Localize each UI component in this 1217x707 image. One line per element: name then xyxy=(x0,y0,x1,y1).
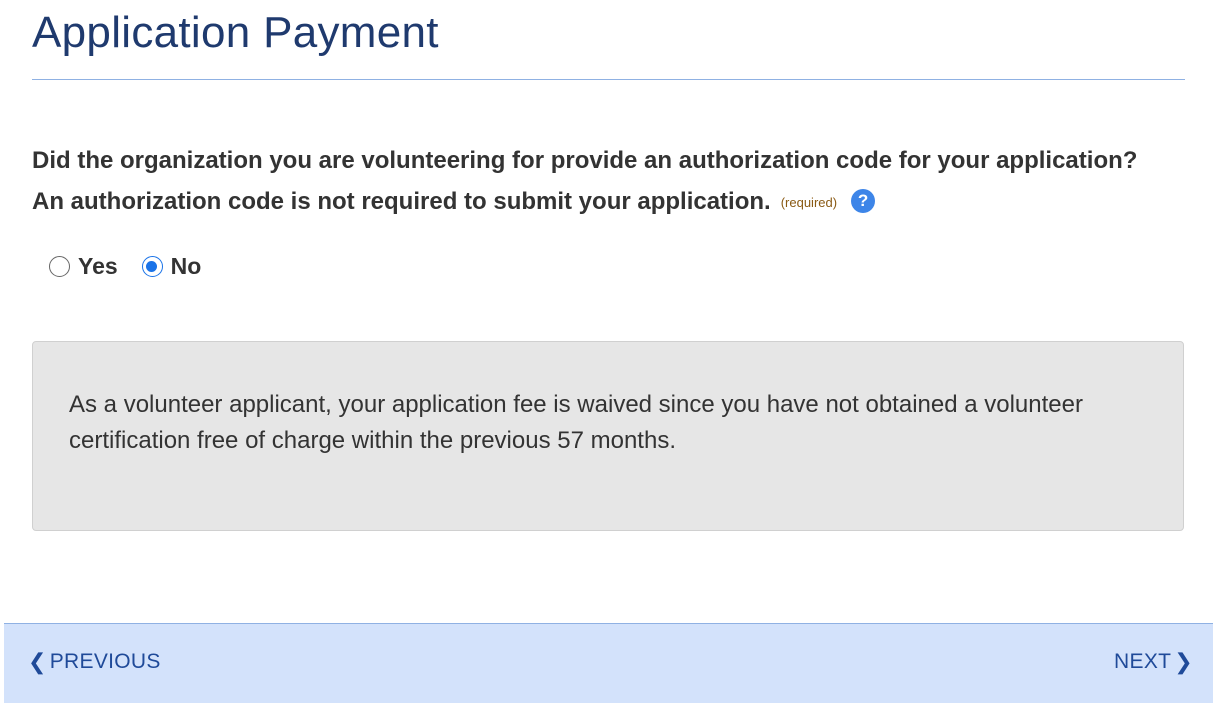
authorization-question: Did the organization you are volunteerin… xyxy=(32,140,1142,223)
page-title: Application Payment xyxy=(32,8,439,57)
required-label: (required) xyxy=(780,195,838,211)
navigation-footer: ❮ PREVIOUS NEXT ❯ xyxy=(4,623,1213,703)
authorization-code-radio-group: Yes No xyxy=(49,253,225,280)
fee-waiver-info-box: As a volunteer applicant, your applicati… xyxy=(32,341,1184,531)
chevron-left-icon: ❮ xyxy=(28,649,47,674)
chevron-right-icon: ❯ xyxy=(1174,649,1193,674)
previous-button[interactable]: ❮ PREVIOUS xyxy=(28,650,161,674)
application-payment-page: Application Payment Did the organization… xyxy=(0,0,1217,707)
radio-yes-button[interactable] xyxy=(49,256,70,277)
previous-label: PREVIOUS xyxy=(49,650,161,673)
fee-waiver-message: As a volunteer applicant, your applicati… xyxy=(69,391,1083,454)
help-icon[interactable]: ? xyxy=(851,189,876,213)
radio-no-button[interactable] xyxy=(141,256,163,277)
radio-yes-label: Yes xyxy=(78,253,118,279)
radio-no-label: No xyxy=(170,253,202,279)
radio-option-yes[interactable]: Yes xyxy=(49,253,118,280)
next-label: NEXT xyxy=(1114,650,1172,673)
radio-option-no[interactable]: No xyxy=(141,253,202,280)
title-divider xyxy=(32,79,1185,80)
question-text: Did the organization you are volunteerin… xyxy=(32,147,1138,215)
next-button[interactable]: NEXT ❯ xyxy=(1114,650,1193,674)
